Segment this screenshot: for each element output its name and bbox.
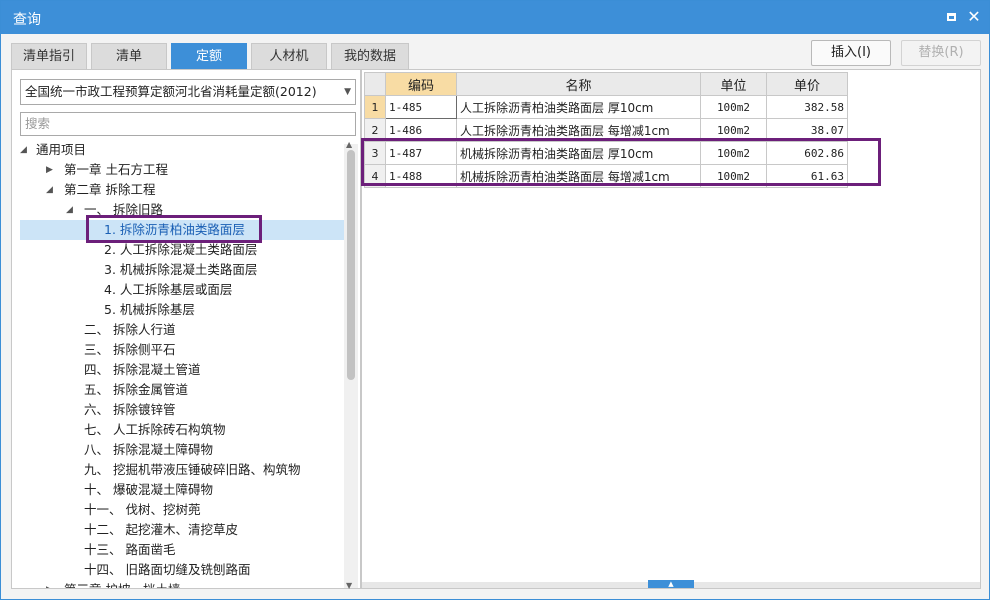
- cell-name[interactable]: 人工拆除沥青柏油类路面层 厚10cm: [456, 95, 701, 119]
- scroll-up-icon[interactable]: ▲: [346, 140, 352, 149]
- cell-price[interactable]: 61.63: [766, 164, 848, 188]
- cell-name[interactable]: 人工拆除沥青柏油类路面层 每增减1cm: [456, 118, 701, 142]
- tab-labor-material-machine[interactable]: 人材机: [251, 43, 327, 69]
- tree-node[interactable]: 七、 人工拆除砖石构筑物: [84, 420, 225, 440]
- cell-unit[interactable]: 100m2: [700, 164, 767, 188]
- table-row[interactable]: 3 1-487 机械拆除沥青柏油类路面层 厚10cm 100m2 602.86: [364, 141, 848, 165]
- quota-grid-panel: 编码 名称 单位 单价 1 1-485 人工拆除沥青柏油类路面层 厚10cm 1…: [361, 69, 981, 589]
- expand-icon[interactable]: ▶: [46, 580, 53, 588]
- tree-node[interactable]: 4. 人工拆除基层或面层: [104, 280, 232, 300]
- tree-node[interactable]: 十、 爆破混凝土障碍物: [84, 480, 213, 500]
- tab-bill-guide[interactable]: 清单指引: [11, 43, 87, 69]
- title-bar[interactable]: 查询 ✕: [1, 1, 989, 34]
- scrollbar-thumb[interactable]: [347, 150, 355, 380]
- column-header-unit[interactable]: 单位: [700, 72, 767, 96]
- row-number: 4: [364, 164, 386, 188]
- tree-node[interactable]: 八、 拆除混凝土障碍物: [84, 440, 213, 460]
- maximize-icon[interactable]: [941, 7, 961, 27]
- table-row[interactable]: 4 1-488 机械拆除沥青柏油类路面层 每增减1cm 100m2 61.63: [364, 164, 848, 188]
- search-input[interactable]: 搜索: [20, 112, 356, 136]
- tree-node[interactable]: 五、 拆除金属管道: [84, 380, 188, 400]
- tab-bill[interactable]: 清单: [91, 43, 167, 69]
- tree-node[interactable]: 3. 机械拆除混凝土类路面层: [104, 260, 257, 280]
- tree-node[interactable]: 二、 拆除人行道: [84, 320, 175, 340]
- tree-node[interactable]: 三、 拆除侧平石: [84, 340, 175, 360]
- collapse-icon[interactable]: ◢: [20, 140, 27, 160]
- expand-icon[interactable]: ▶: [46, 160, 53, 180]
- tree-node-selected[interactable]: 1. 拆除沥青柏油类路面层: [20, 220, 344, 240]
- chapter-tree: ◢ 通用项目 ▶ 第一章 土石方工程 ◢ 第二章 拆除工程 ◢ 一、 拆除旧路 …: [12, 140, 344, 588]
- horizontal-scrollbar[interactable]: ▲: [362, 580, 980, 588]
- scroll-down-icon[interactable]: ▼: [346, 581, 352, 590]
- row-number: 3: [364, 141, 386, 165]
- cell-price[interactable]: 382.58: [766, 95, 848, 119]
- tree-node[interactable]: 四、 拆除混凝土管道: [84, 360, 200, 380]
- row-number: 2: [364, 118, 386, 142]
- collapse-icon[interactable]: ◢: [46, 180, 53, 200]
- table-row[interactable]: 1 1-485 人工拆除沥青柏油类路面层 厚10cm 100m2 382.58: [364, 95, 848, 119]
- insert-button[interactable]: 插入(I): [811, 40, 891, 66]
- window-title: 查询: [13, 12, 41, 28]
- tree-scrollbar[interactable]: ▲ ▼: [344, 140, 358, 590]
- column-header-code[interactable]: 编码: [385, 72, 457, 96]
- cell-code[interactable]: 1-485: [385, 95, 457, 119]
- tab-quota[interactable]: 定额: [171, 43, 247, 69]
- cell-price[interactable]: 602.86: [766, 141, 848, 165]
- row-number: 1: [364, 95, 386, 119]
- cell-unit[interactable]: 100m2: [700, 118, 767, 142]
- tree-node[interactable]: 十二、 起挖灌木、清挖草皮: [84, 520, 238, 540]
- cell-code[interactable]: 1-487: [385, 141, 457, 165]
- cell-price[interactable]: 38.07: [766, 118, 848, 142]
- tab-my-data[interactable]: 我的数据: [331, 43, 409, 69]
- table-header-row: 编码 名称 单位 单价: [364, 72, 848, 96]
- query-dialog: 查询 ✕ 清单指引 清单 定额 人材机 我的数据 插入(I) 替换(R) 全国统…: [0, 0, 990, 600]
- close-icon[interactable]: ✕: [964, 7, 984, 27]
- chevron-down-icon[interactable]: ▼: [344, 80, 351, 104]
- cell-unit[interactable]: 100m2: [700, 95, 767, 119]
- cell-name[interactable]: 机械拆除沥青柏油类路面层 厚10cm: [456, 141, 701, 165]
- column-header-price[interactable]: 单价: [766, 72, 848, 96]
- tree-node[interactable]: 5. 机械拆除基层: [104, 300, 195, 320]
- quota-table: 编码 名称 单位 单价 1 1-485 人工拆除沥青柏油类路面层 厚10cm 1…: [364, 72, 848, 188]
- quota-library-select[interactable]: 全国统一市政工程预算定额河北省消耗量定额(2012) ▼: [20, 79, 356, 105]
- tree-node[interactable]: 六、 拆除镀锌管: [84, 400, 175, 420]
- collapse-icon[interactable]: ◢: [66, 200, 73, 220]
- quota-tree-panel: 全国统一市政工程预算定额河北省消耗量定额(2012) ▼ 搜索 ◢ 通用项目 ▶…: [11, 69, 361, 590]
- cell-code[interactable]: 1-488: [385, 164, 457, 188]
- row-number-header: [364, 72, 386, 96]
- column-header-name[interactable]: 名称: [456, 72, 701, 96]
- tree-node[interactable]: 2. 人工拆除混凝土类路面层: [104, 240, 257, 260]
- cell-unit[interactable]: 100m2: [700, 141, 767, 165]
- tree-node[interactable]: 十四、 旧路面切缝及铣刨路面: [84, 560, 250, 580]
- tree-node[interactable]: 十三、 路面凿毛: [84, 540, 175, 560]
- table-row[interactable]: 2 1-486 人工拆除沥青柏油类路面层 每增减1cm 100m2 38.07: [364, 118, 848, 142]
- splitter-grip-icon[interactable]: ▲: [648, 580, 694, 588]
- cell-name[interactable]: 机械拆除沥青柏油类路面层 每增减1cm: [456, 164, 701, 188]
- replace-button[interactable]: 替换(R): [901, 40, 981, 66]
- cell-code[interactable]: 1-486: [385, 118, 457, 142]
- tree-node[interactable]: 十一、 伐树、挖树蔸: [84, 500, 200, 520]
- tree-node[interactable]: 九、 挖掘机带液压锤破碎旧路、构筑物: [84, 460, 300, 480]
- quota-library-value: 全国统一市政工程预算定额河北省消耗量定额(2012): [25, 84, 317, 99]
